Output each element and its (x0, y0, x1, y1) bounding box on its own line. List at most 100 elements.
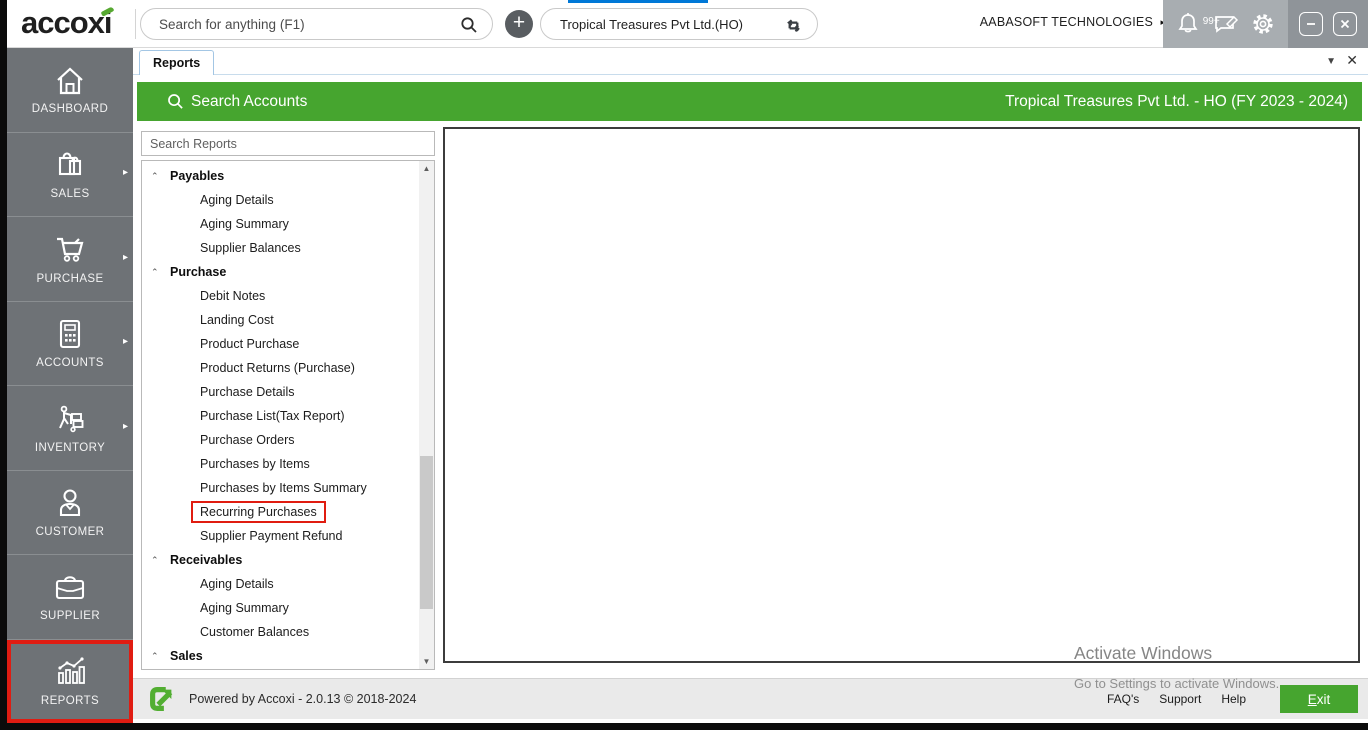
switch-company-icon[interactable] (784, 16, 803, 35)
sidebar-item-dashboard[interactable]: DASHBOARD (7, 48, 133, 133)
powered-by-text: Powered by Accoxi - 2.0.13 © 2018-2024 (189, 692, 417, 706)
sidebar-item-label: INVENTORY (34, 441, 106, 454)
group-label: Purchase (170, 265, 227, 279)
company-selector[interactable]: Tropical Treasures Pvt Ltd.(HO) (540, 8, 818, 40)
exit-button[interactable]: Exit (1280, 685, 1358, 713)
report-item[interactable]: Purchase List(Tax Report) (142, 404, 434, 428)
report-group-purchase[interactable]: ⌃ Purchase (142, 260, 434, 284)
calculator-icon (59, 320, 81, 349)
sidebar-item-reports[interactable]: REPORTS (7, 639, 133, 724)
global-search-input[interactable]: Search for anything (F1) (140, 8, 493, 40)
search-reports-input[interactable]: Search Reports (141, 131, 435, 156)
submenu-arrow-icon: ▸ (122, 420, 128, 432)
report-item[interactable]: Customer Balances (142, 620, 434, 644)
logo-accent: i (103, 5, 113, 40)
notifications-button[interactable]: 99+ (1175, 10, 1220, 38)
user-menu[interactable]: AABASOFT TECHNOLOGIES (980, 15, 1153, 29)
sidebar-item-accounts[interactable]: ACCOUNTS ▸ (7, 302, 133, 386)
report-group-receivables[interactable]: ⌃ Receivables (142, 548, 434, 572)
accounts-search-bar: Search Accounts Tropical Treasures Pvt L… (137, 82, 1362, 121)
collapse-chevron-icon[interactable]: ⌃ (151, 548, 159, 572)
sidebar: DASHBOARD SALES ▸ PURCHASE ▸ ACCOUNTS ▸ … (7, 48, 133, 723)
notification-tray: 99+ (1163, 0, 1288, 48)
company-fiscal-year-label: Tropical Treasures Pvt Ltd. - HO (FY 202… (1005, 92, 1348, 110)
exit-accelerator: E (1307, 691, 1317, 707)
sidebar-item-customer[interactable]: CUSTOMER (7, 471, 133, 555)
sidebar-item-label: PURCHASE (36, 272, 104, 285)
sidebar-item-label: ACCOUNTS (36, 357, 104, 370)
support-link[interactable]: Support (1159, 692, 1201, 706)
report-item[interactable]: Purchases by Items Summary (142, 476, 434, 500)
search-placeholder: Search for anything (F1) (159, 17, 305, 32)
window-edge-left (0, 0, 7, 723)
tab-reports[interactable]: Reports (139, 50, 215, 75)
exit-label-rest: xit (1316, 691, 1331, 707)
scrollbar-thumb[interactable] (420, 456, 433, 609)
search-icon (168, 94, 183, 109)
minimize-button[interactable] (1298, 12, 1323, 36)
tab-list-caret-icon[interactable]: ▼ (1326, 56, 1336, 67)
sidebar-item-label: SUPPLIER (39, 609, 101, 622)
report-group-sales[interactable]: ⌃ Sales (142, 644, 434, 668)
report-item[interactable]: Product Returns (Purchase) (142, 356, 434, 380)
sidebar-item-purchase[interactable]: PURCHASE ▸ (7, 217, 133, 302)
logo-text: accox (21, 5, 105, 40)
submenu-arrow-icon: ▸ (122, 251, 128, 263)
search-reports-placeholder: Search Reports (150, 137, 237, 151)
person-icon (59, 489, 81, 517)
add-new-button[interactable]: + (505, 10, 533, 38)
sidebar-item-label: SALES (50, 188, 90, 201)
divider (135, 9, 136, 39)
accoxi-logo: accoxi (21, 5, 112, 41)
report-item[interactable]: Product Purchase (142, 332, 434, 356)
report-preview-panel (443, 127, 1360, 663)
sidebar-item-sales[interactable]: SALES ▸ (7, 133, 133, 217)
report-item[interactable]: Aging Summary (142, 596, 434, 620)
search-accounts-label: Search Accounts (191, 92, 308, 110)
top-bar: accoxi Search for anything (F1) + Tropic… (7, 0, 1368, 48)
group-label: Sales (170, 649, 203, 663)
report-item[interactable]: Aging Details (142, 572, 434, 596)
scroll-up-icon[interactable]: ▲ (419, 161, 434, 176)
collapse-chevron-icon[interactable]: ⌃ (151, 644, 159, 668)
window-controls (1288, 0, 1368, 48)
collapse-chevron-icon[interactable]: ⌃ (151, 260, 159, 284)
scrollbar[interactable]: ▲ ▼ (419, 161, 434, 669)
faq-link[interactable]: FAQ's (1107, 692, 1139, 706)
collapse-chevron-icon[interactable]: ⌃ (151, 164, 159, 188)
shopping-bag-icon (58, 152, 82, 176)
tab-close-icon[interactable]: ✕ (1346, 52, 1358, 69)
progress-indicator (568, 0, 708, 3)
sidebar-item-inventory[interactable]: INVENTORY ▸ (7, 386, 133, 471)
sidebar-item-label: DASHBOARD (31, 102, 109, 115)
submenu-arrow-icon: ▸ (122, 167, 128, 179)
report-item-recurring-purchases[interactable]: Recurring Purchases (142, 500, 434, 524)
trolley-icon (59, 405, 84, 432)
report-item[interactable]: Supplier Balances (142, 236, 434, 260)
highlighted-report-item[interactable]: Recurring Purchases (191, 501, 326, 523)
chart-icon (58, 657, 85, 685)
report-item[interactable]: Purchases by Items (142, 452, 434, 476)
report-item[interactable]: Aging Details (142, 188, 434, 212)
report-item[interactable]: Aging Summary (142, 212, 434, 236)
report-item[interactable]: Supplier Payment Refund (142, 524, 434, 548)
reports-list: ⌃ Payables Aging Details Aging Summary S… (141, 160, 435, 670)
group-label: Receivables (170, 553, 243, 567)
sidebar-item-supplier[interactable]: SUPPLIER (7, 555, 133, 640)
report-group-payables[interactable]: ⌃ Payables (142, 164, 434, 188)
report-item[interactable]: Purchase Details (142, 380, 434, 404)
window-edge-bottom (0, 723, 1368, 730)
gear-icon[interactable] (1250, 11, 1276, 37)
scroll-down-icon[interactable]: ▼ (419, 654, 434, 669)
close-button[interactable] (1333, 12, 1358, 36)
search-icon[interactable] (460, 16, 478, 34)
report-item[interactable]: Purchase Orders (142, 428, 434, 452)
search-accounts-button[interactable]: Search Accounts (167, 93, 307, 111)
report-item[interactable]: Landing Cost (142, 308, 434, 332)
tab-strip: Reports ▼ ✕ (133, 48, 1368, 75)
footer-bar: Powered by Accoxi - 2.0.13 © 2018-2024 F… (133, 678, 1368, 719)
report-item[interactable]: Debit Notes (142, 284, 434, 308)
sidebar-item-label: REPORTS (40, 695, 100, 708)
help-link[interactable]: Help (1221, 692, 1246, 706)
accoxi-footer-logo (150, 687, 173, 711)
